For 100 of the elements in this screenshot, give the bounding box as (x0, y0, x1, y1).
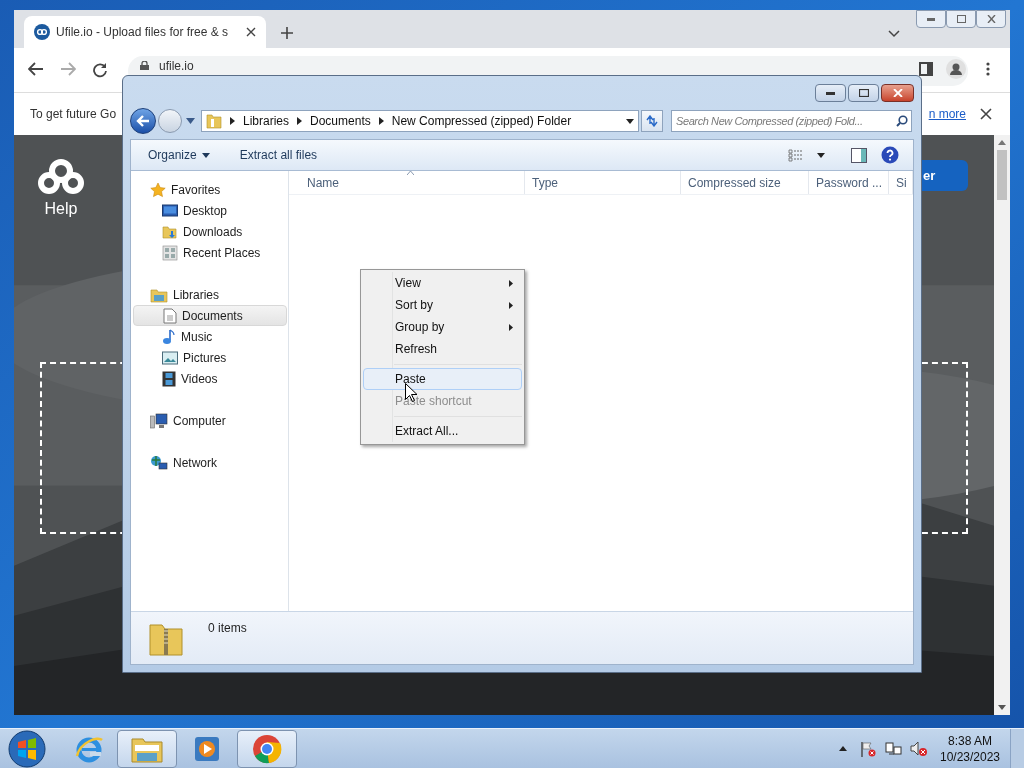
menu-item[interactable]: Extract All... (363, 420, 522, 442)
scroll-thumb[interactable] (997, 150, 1007, 200)
breadcrumb-item[interactable]: Libraries (243, 112, 290, 130)
back-button[interactable] (130, 108, 156, 134)
close-icon[interactable] (980, 108, 992, 120)
clock-date[interactable]: 10/23/2023 (939, 748, 1001, 765)
preview-pane-icon[interactable] (851, 147, 867, 163)
nav-item[interactable]: Computer (133, 410, 287, 431)
nav-item[interactable]: Libraries (133, 284, 287, 305)
column-header[interactable]: Compressed size (681, 171, 809, 194)
clock-time[interactable]: 8:38 AM (948, 732, 992, 749)
menu-icon[interactable] (986, 62, 990, 76)
chevron-right-icon[interactable] (378, 117, 384, 125)
close-button[interactable] (976, 10, 1006, 28)
menu-item[interactable]: Sort by (363, 294, 522, 316)
computer-icon (150, 412, 168, 429)
film-icon (162, 370, 176, 387)
nav-item[interactable]: Pictures (133, 347, 287, 368)
image-icon (162, 350, 178, 365)
speaker-muted-icon[interactable] (910, 740, 928, 757)
menu-item[interactable]: View (363, 272, 522, 294)
help-label[interactable]: Help (44, 197, 78, 221)
taskbar-button[interactable] (117, 729, 177, 768)
chrome-logo-icon[interactable] (252, 733, 282, 764)
chevron-right-icon[interactable] (297, 117, 303, 125)
learn-more-link[interactable]: n more (928, 105, 966, 123)
taskbar-button[interactable] (237, 729, 297, 768)
menu-item[interactable]: Refresh (363, 338, 522, 360)
globe-icon (150, 454, 168, 471)
nav-item[interactable]: Videos (133, 368, 287, 389)
menu-item[interactable]: Group by (363, 316, 522, 338)
search-field[interactable]: Search New Compressed (zipped) Fold... (671, 110, 912, 132)
upload-button[interactable]: er (922, 160, 968, 191)
breadcrumb-item[interactable]: Documents (310, 112, 371, 130)
windows-logo-icon[interactable] (7, 729, 47, 768)
folder-icon (150, 286, 168, 303)
reload-icon[interactable] (92, 62, 108, 78)
column-header[interactable]: Si (889, 171, 913, 194)
back-arrow-icon (136, 115, 150, 127)
minimize-button[interactable] (916, 10, 946, 28)
folder-icon (206, 113, 222, 129)
item-count: 0 items (208, 620, 247, 637)
scroll-down-icon[interactable] (998, 705, 1006, 710)
network-icon[interactable] (885, 740, 903, 757)
caret-down-icon[interactable] (626, 118, 634, 124)
submenu-arrow-icon (509, 279, 513, 287)
column-header[interactable]: Name (289, 171, 525, 194)
address-text[interactable]: ufile.io (159, 61, 194, 71)
address-bar[interactable]: Libraries Documents New Compressed (zipped) Folder (201, 110, 639, 132)
minimize-icon (826, 91, 835, 95)
cloud-logo-icon (38, 159, 84, 195)
scroll-up-icon[interactable] (998, 140, 1006, 145)
close-button[interactable] (881, 84, 914, 102)
info-text: To get future Go (30, 106, 117, 123)
document-icon (163, 307, 177, 324)
nav-item[interactable]: Downloads (133, 221, 287, 242)
monitor-icon (162, 203, 178, 218)
maximize-button[interactable] (946, 10, 976, 28)
menu-item[interactable]: Paste (363, 368, 522, 390)
help-icon[interactable] (881, 146, 899, 164)
nav-item[interactable]: Favorites (133, 179, 287, 200)
toolbar-button[interactable]: Extract all files (239, 146, 318, 164)
star-icon (150, 181, 166, 198)
nav-item[interactable]: Documents (133, 305, 287, 326)
caret-up-icon[interactable] (839, 746, 847, 751)
list-view-icon[interactable] (788, 148, 803, 162)
column-header[interactable]: Password ... (809, 171, 889, 194)
chevron-right-icon[interactable] (230, 117, 235, 125)
scrollbar[interactable] (994, 135, 1010, 715)
flag-icon[interactable] (860, 740, 876, 757)
maximize-button[interactable] (848, 84, 879, 102)
search-icon[interactable] (896, 115, 908, 127)
plus-icon[interactable] (280, 26, 294, 40)
column-header[interactable]: Type (525, 171, 681, 194)
search-input[interactable]: Search New Compressed (zipped) Fold... (676, 112, 896, 130)
minimize-button[interactable] (815, 84, 846, 102)
caret-down-icon (201, 152, 210, 158)
nav-item[interactable]: Desktop (133, 200, 287, 221)
submenu-arrow-icon (509, 323, 513, 331)
caret-down-icon[interactable] (817, 152, 825, 158)
profile-icon[interactable] (946, 59, 966, 79)
maximize-icon (956, 15, 966, 23)
refresh-arrows-icon (645, 115, 659, 127)
nav-item[interactable]: Music (133, 326, 287, 347)
nav-item[interactable]: Recent Places (133, 242, 287, 263)
minimize-icon (927, 17, 935, 21)
tab-title: Ufile.io - Upload files for free & s (56, 24, 230, 41)
close-icon[interactable] (246, 27, 256, 37)
play-icon[interactable] (194, 735, 220, 762)
submenu-arrow-icon (509, 301, 513, 309)
breadcrumb-item[interactable]: New Compressed (zipped) Folder (391, 112, 572, 130)
nav-item[interactable]: Network (133, 452, 287, 473)
grid-icon (162, 244, 178, 261)
refresh-button[interactable] (641, 110, 663, 132)
toolbar-button[interactable]: Organize (148, 146, 210, 164)
panel-icon[interactable] (919, 62, 933, 76)
back-arrow-icon[interactable] (28, 62, 44, 76)
cloud-logo-icon (34, 24, 50, 40)
chevron-down-icon[interactable] (888, 30, 900, 38)
browser-tab[interactable]: Ufile.io - Upload files for free & s (24, 16, 266, 48)
